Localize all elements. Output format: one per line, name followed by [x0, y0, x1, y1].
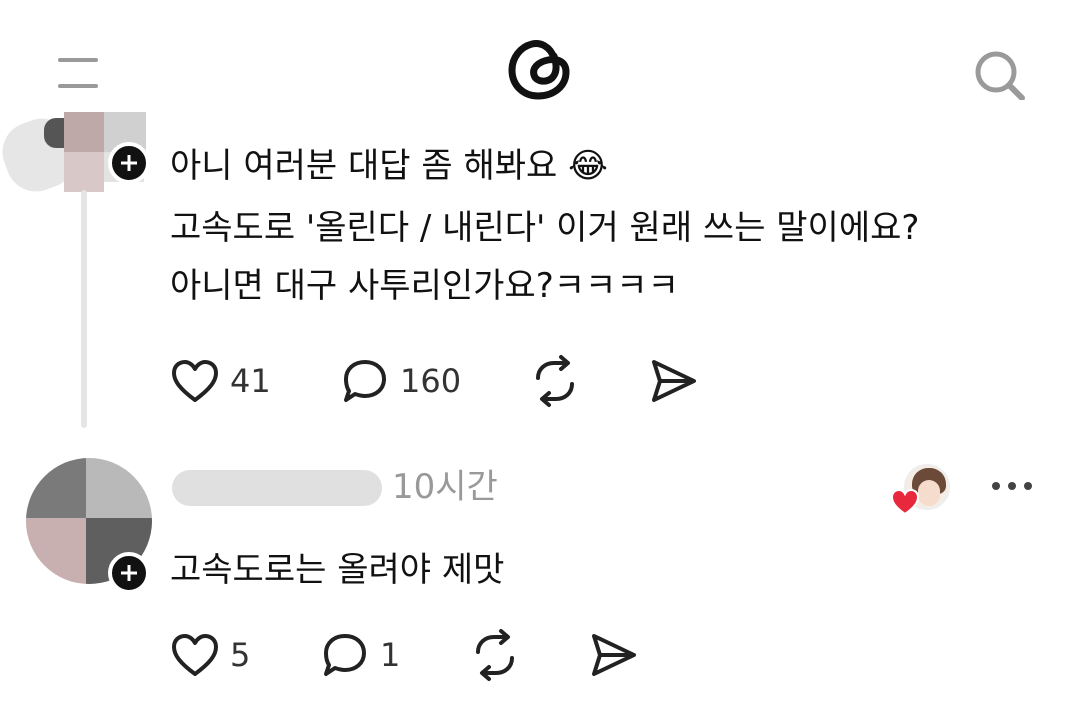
- search-icon[interactable]: [972, 48, 1028, 100]
- like-count: 41: [230, 362, 271, 400]
- heart-icon: [172, 634, 218, 676]
- post-text-line-3: 아니면 대구 사투리인가요?ㅋㅋㅋㅋ: [170, 266, 679, 306]
- reply-like-button[interactable]: 5: [170, 632, 250, 678]
- follow-plus-badge[interactable]: [108, 142, 150, 184]
- more-icon[interactable]: [990, 478, 1034, 494]
- avatar-blur: [64, 112, 104, 152]
- share-icon[interactable]: [648, 356, 700, 406]
- share-icon[interactable]: [588, 630, 640, 680]
- heart-icon: [172, 360, 218, 402]
- avatar-face: [918, 480, 940, 506]
- avatar-blur: [86, 458, 152, 518]
- avatar-blur: [64, 152, 104, 192]
- repost-icon[interactable]: [528, 354, 582, 408]
- avatar-blur: [26, 518, 86, 584]
- menu-icon[interactable]: [56, 52, 102, 92]
- threads-logo-icon[interactable]: [500, 28, 580, 108]
- reply-like-count: 5: [230, 636, 251, 674]
- like-button[interactable]: 41: [170, 358, 271, 404]
- comment-icon: [324, 634, 366, 676]
- liked-heart-badge-icon: [890, 488, 920, 516]
- reply-comment-count: 1: [380, 636, 401, 674]
- post-text-line-2: 고속도로 '올린다 / 내린다' 이거 원래 쓰는 말이에요?: [170, 208, 920, 248]
- plus-icon: [121, 155, 137, 171]
- reply-text: 고속도로는 올려야 제맛: [170, 550, 505, 590]
- thread-connector-line: [81, 190, 87, 428]
- repost-icon[interactable]: [468, 628, 522, 682]
- comment-icon: [344, 360, 386, 402]
- username-blur[interactable]: [172, 470, 382, 506]
- plus-icon: [121, 565, 137, 581]
- comment-button[interactable]: 160: [340, 356, 461, 406]
- avatar-blur: [26, 458, 86, 518]
- follow-plus-badge[interactable]: [108, 552, 150, 594]
- post-text-line-1: 아니 여러분 대답 좀 해봐요 😂: [170, 146, 608, 186]
- reply-comment-button[interactable]: 1: [320, 630, 400, 680]
- reply-timestamp: 10시간: [392, 467, 498, 507]
- comment-count: 160: [400, 362, 462, 400]
